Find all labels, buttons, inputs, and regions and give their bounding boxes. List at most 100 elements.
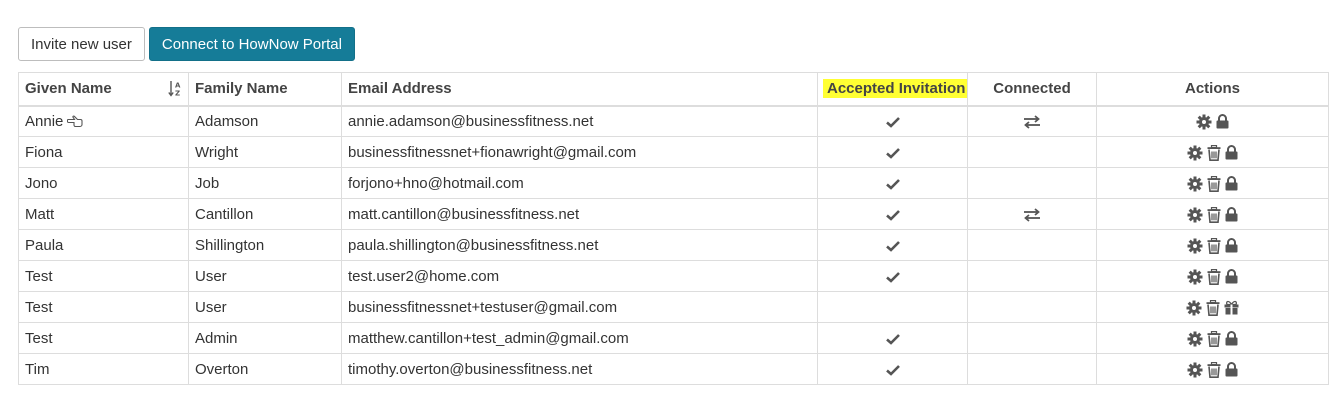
cell-given-name: Annie <box>18 105 189 137</box>
sort-alpha-asc-icon[interactable]: A Z <box>168 80 182 98</box>
family-name-text: User <box>195 267 227 285</box>
column-header-label: Actions <box>1184 80 1240 98</box>
gear-icon[interactable] <box>1187 238 1203 254</box>
gear-icon[interactable] <box>1196 114 1212 130</box>
trash-icon[interactable] <box>1207 144 1221 161</box>
lock-icon[interactable] <box>1225 176 1238 191</box>
gear-icon[interactable] <box>1186 300 1202 316</box>
cell-connected <box>967 229 1097 261</box>
cell-accepted-invitation <box>817 167 968 199</box>
column-header-label: Email Address <box>348 80 452 98</box>
cell-accepted-invitation <box>817 136 968 168</box>
gear-icon[interactable] <box>1187 176 1203 192</box>
lock-icon[interactable] <box>1225 362 1238 377</box>
table-row[interactable]: Fiona Wright businessfitnessnet+fionawrigh… <box>18 136 1329 168</box>
table-row[interactable]: Paula Shillington paula.shillington@busine… <box>18 229 1329 261</box>
cell-family-name: User <box>188 260 342 292</box>
given-name-text: Test <box>25 329 53 347</box>
family-name-text: User <box>195 298 227 316</box>
table-row[interactable]: Annie Adamson annie.adamson@businessfitnes… <box>18 105 1329 137</box>
table-body: Annie Adamson annie.adamson@businessfitnes… <box>18 105 1329 385</box>
cell-email: businessfitnessnet+testuser@gmail.com <box>341 291 818 323</box>
lock-icon[interactable] <box>1216 114 1229 129</box>
trash-icon[interactable] <box>1207 206 1221 223</box>
column-header-label: Connected <box>993 80 1071 98</box>
cell-actions <box>1096 136 1329 168</box>
cell-accepted-invitation <box>817 353 968 385</box>
check-icon <box>885 116 900 128</box>
cell-email: annie.adamson@businessfitness.net <box>341 105 818 137</box>
cell-actions <box>1096 229 1329 261</box>
connect-hownow-portal-button[interactable]: Connect to HowNow Portal <box>148 27 355 61</box>
trash-icon[interactable] <box>1207 237 1221 254</box>
cell-family-name: Admin <box>188 322 342 354</box>
cell-actions <box>1096 291 1329 323</box>
column-header-family-name[interactable]: Family Name <box>188 72 342 107</box>
email-text: forjono+hno@hotmail.com <box>348 174 524 192</box>
svg-text:Z: Z <box>175 90 180 98</box>
cell-family-name: Adamson <box>188 105 342 137</box>
column-header-label-highlighted: Accepted Invitation <box>823 79 967 99</box>
svg-text:A: A <box>175 82 181 90</box>
family-name-text: Cantillon <box>195 205 254 223</box>
cell-given-name: Fiona <box>18 136 189 168</box>
lock-icon[interactable] <box>1225 331 1238 346</box>
column-header-given-name[interactable]: Given Name A Z <box>18 72 189 107</box>
cell-given-name: Test <box>18 291 189 323</box>
lock-icon[interactable] <box>1225 269 1238 284</box>
lock-icon[interactable] <box>1225 238 1238 253</box>
gear-icon[interactable] <box>1187 331 1203 347</box>
cell-given-name: Matt <box>18 198 189 230</box>
column-header-connected[interactable]: Connected <box>967 72 1097 107</box>
trash-icon[interactable] <box>1206 299 1220 316</box>
column-header-accepted-invitation[interactable]: Accepted Invitation <box>817 72 968 107</box>
cell-accepted-invitation <box>817 260 968 292</box>
gift-icon[interactable] <box>1224 300 1239 315</box>
cell-family-name: Overton <box>188 353 342 385</box>
table-row[interactable]: Test Admin matthew.cantillon+test_admin@gm… <box>18 322 1329 354</box>
cell-actions <box>1096 322 1329 354</box>
table-row[interactable]: Jono Job forjono+hno@hotmail.com <box>18 167 1329 199</box>
family-name-text: Wright <box>195 143 239 161</box>
trash-icon[interactable] <box>1207 361 1221 378</box>
invite-new-user-button[interactable]: Invite new user <box>18 27 145 61</box>
column-header-label: Given Name <box>25 80 112 98</box>
gear-icon[interactable] <box>1187 207 1203 223</box>
cell-connected <box>967 105 1097 137</box>
table-row[interactable]: Test User businessfitnessnet+testuser@gmai… <box>18 291 1329 323</box>
check-icon <box>885 209 900 221</box>
email-text: businessfitnessnet+testuser@gmail.com <box>348 298 618 316</box>
gear-icon[interactable] <box>1187 145 1203 161</box>
trash-icon[interactable] <box>1207 175 1221 192</box>
cell-connected <box>967 198 1097 230</box>
cell-connected <box>967 291 1097 323</box>
cell-family-name: User <box>188 291 342 323</box>
gear-icon[interactable] <box>1187 362 1203 378</box>
gear-icon[interactable] <box>1187 269 1203 285</box>
trash-icon[interactable] <box>1207 330 1221 347</box>
cell-accepted-invitation <box>817 198 968 230</box>
family-name-text: Overton <box>195 360 249 378</box>
cell-connected <box>967 260 1097 292</box>
email-text: test.user2@home.com <box>348 267 500 285</box>
family-name-text: Job <box>195 174 220 192</box>
cell-email: matt.cantillon@businessfitness.net <box>341 198 818 230</box>
given-name-text: Paula <box>25 236 64 254</box>
cell-accepted-invitation <box>817 291 968 323</box>
check-icon <box>885 271 900 283</box>
cell-accepted-invitation <box>817 105 968 137</box>
users-table: Given Name A Z Family Name Email Address… <box>18 72 1329 385</box>
cell-family-name: Wright <box>188 136 342 168</box>
email-text: paula.shillington@businessfitness.net <box>348 236 599 254</box>
trash-icon[interactable] <box>1207 268 1221 285</box>
lock-icon[interactable] <box>1225 207 1238 222</box>
cell-connected <box>967 136 1097 168</box>
toolbar: Invite new user Connect to HowNow Portal <box>18 27 355 61</box>
table-row[interactable]: Tim Overton timothy.overton@businessfitnes… <box>18 353 1329 385</box>
table-row[interactable]: Test User test.user2@home.com <box>18 260 1329 292</box>
table-row[interactable]: Matt Cantillon matt.cantillon@businessfitn… <box>18 198 1329 230</box>
cell-connected <box>967 167 1097 199</box>
cell-family-name: Cantillon <box>188 198 342 230</box>
lock-icon[interactable] <box>1225 145 1238 160</box>
column-header-email[interactable]: Email Address <box>341 72 818 107</box>
